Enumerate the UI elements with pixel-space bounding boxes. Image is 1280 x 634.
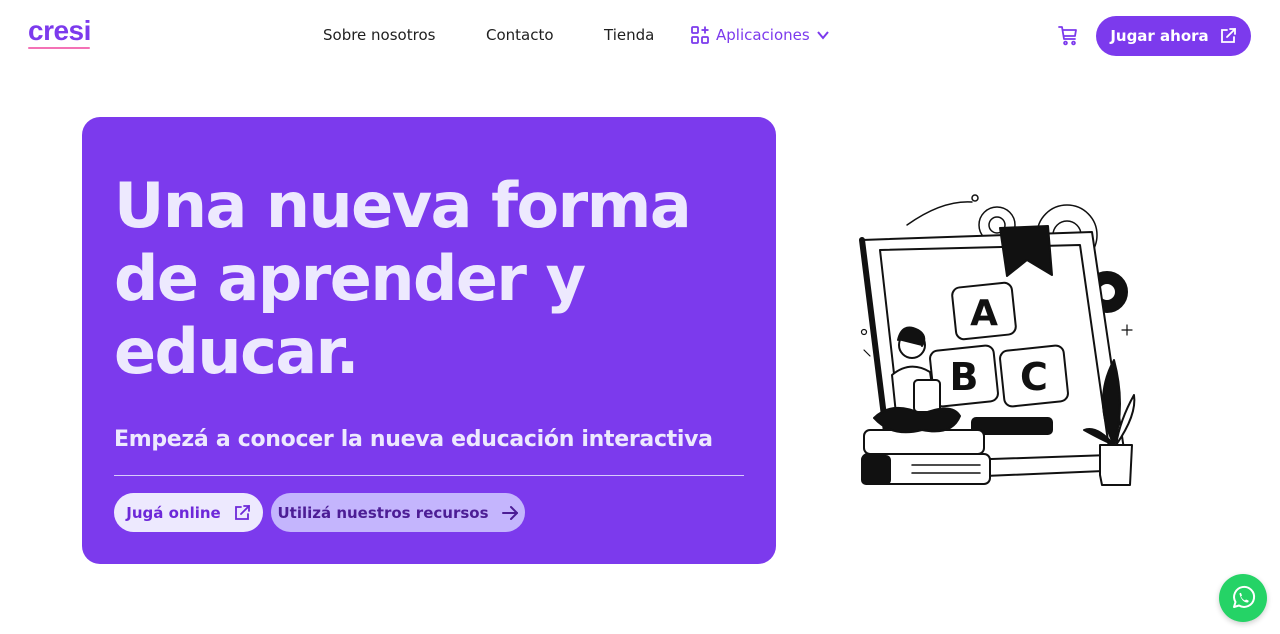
arrow-right-icon bbox=[501, 505, 518, 520]
cart-icon[interactable] bbox=[1057, 24, 1079, 46]
hero-card: Una nueva forma de aprender y educar. Em… bbox=[82, 117, 776, 564]
nav-link-about[interactable]: Sobre nosotros bbox=[323, 24, 435, 46]
letter-c: C bbox=[1020, 355, 1048, 399]
nav-apps-label: Aplicaciones bbox=[716, 26, 810, 44]
whatsapp-icon bbox=[1233, 585, 1256, 608]
play-online-label: Jugá online bbox=[126, 503, 221, 522]
use-resources-button[interactable]: Utilizá nuestros recursos bbox=[271, 493, 525, 532]
apps-grid-icon bbox=[691, 26, 709, 44]
play-now-label: Jugar ahora bbox=[1110, 27, 1209, 45]
hero-subtitle: Empezá a conocer la nueva educación inte… bbox=[114, 427, 713, 452]
whatsapp-button[interactable] bbox=[1219, 574, 1267, 622]
use-resources-label: Utilizá nuestros recursos bbox=[277, 503, 489, 522]
play-online-button[interactable]: Jugá online bbox=[114, 493, 263, 532]
letter-b: B bbox=[950, 355, 979, 399]
nav-link-store[interactable]: Tienda bbox=[604, 24, 654, 46]
hero-divider bbox=[114, 475, 744, 476]
main-nav: Sobre nosotros Contacto Tienda Aplicacio… bbox=[0, 0, 1280, 70]
letter-a: A bbox=[970, 293, 998, 334]
external-link-icon bbox=[1220, 28, 1236, 43]
play-now-button[interactable]: Jugar ahora bbox=[1096, 16, 1251, 56]
nav-dropdown-apps[interactable]: Aplicaciones bbox=[690, 24, 830, 46]
hero-title: Una nueva forma de aprender y educar. bbox=[114, 169, 692, 388]
hero-illustration: A B C bbox=[852, 190, 1152, 495]
site-header: cresi Sobre nosotros Contacto Tienda Apl… bbox=[0, 0, 1280, 70]
external-link-icon bbox=[234, 504, 250, 520]
nav-link-contact[interactable]: Contacto bbox=[486, 24, 554, 46]
chevron-down-icon bbox=[816, 31, 829, 40]
